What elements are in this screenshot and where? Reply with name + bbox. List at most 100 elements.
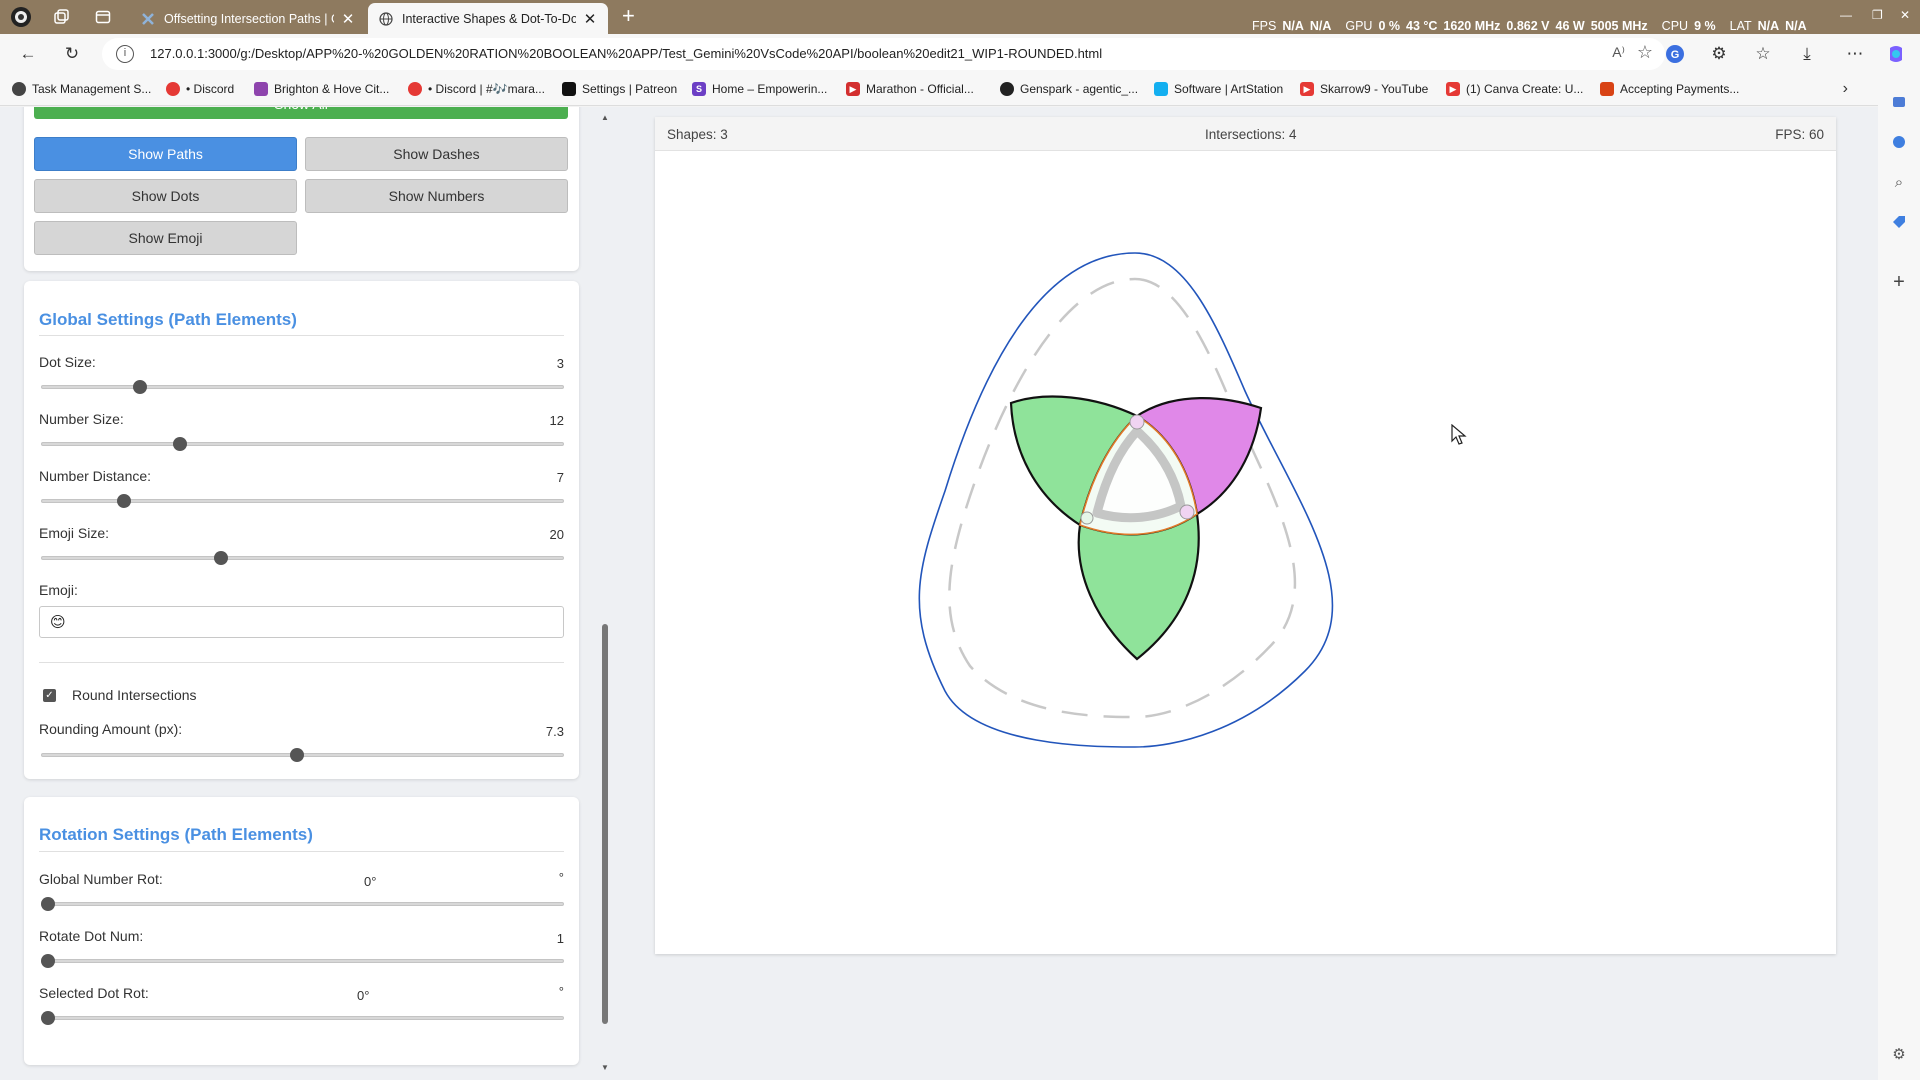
search-icon[interactable]: ⌕ bbox=[1889, 172, 1909, 192]
site-info-icon[interactable]: i bbox=[116, 45, 134, 63]
workspaces-icon[interactable] bbox=[50, 6, 72, 28]
copilot-icon[interactable] bbox=[1884, 42, 1908, 66]
rounding-amount-slider[interactable] bbox=[41, 748, 564, 762]
restore-window-icon[interactable]: ❐ bbox=[1872, 8, 1883, 22]
bookmark-label: Software | ArtStation bbox=[1174, 82, 1284, 96]
rounded-corner-node[interactable] bbox=[1129, 414, 1145, 430]
selected-dot-rot-slider[interactable] bbox=[41, 1011, 564, 1025]
downloads-icon[interactable]: ⤓ bbox=[1795, 42, 1819, 66]
hud-fps-label: FPS bbox=[1252, 19, 1277, 33]
new-tab-button[interactable]: + bbox=[622, 5, 635, 27]
global-number-rot-label: Global Number Rot: bbox=[39, 871, 163, 887]
bookmark-item[interactable]: • Discord | #🎶mara... bbox=[408, 82, 545, 96]
office-icon[interactable] bbox=[1889, 132, 1909, 152]
shapes-svg[interactable] bbox=[655, 151, 1836, 954]
emoji-size-slider[interactable] bbox=[41, 551, 564, 565]
close-tab-icon[interactable]: ✕ bbox=[582, 10, 598, 28]
url-text[interactable]: 127.0.0.1:3000/g:/Desktop/APP%20-%20GOLD… bbox=[150, 46, 1102, 61]
control-panel: Show All Show Paths Show Dashes Show Dot… bbox=[0, 107, 610, 1080]
hud-gpu-clock: 1620 MHz bbox=[1443, 19, 1501, 33]
slider-thumb[interactable] bbox=[41, 1011, 55, 1025]
address-bar[interactable]: i 127.0.0.1:3000/g:/Desktop/APP%20-%20GO… bbox=[102, 38, 1665, 70]
tab-interactive-shapes[interactable]: Interactive Shapes & Dot-To-Dot ✕ bbox=[368, 3, 608, 34]
scroll-up-arrow-icon[interactable]: ▲ bbox=[601, 113, 609, 122]
payments-icon bbox=[1600, 82, 1614, 96]
minimize-window-icon[interactable]: — bbox=[1840, 8, 1852, 22]
bookmark-item[interactable]: ▶ Marathon - Official... bbox=[846, 82, 974, 96]
hud-lat-value2: N/A bbox=[1785, 19, 1807, 33]
back-arrow-icon[interactable]: ← bbox=[16, 42, 40, 66]
shopping-tag-icon[interactable] bbox=[1889, 212, 1909, 232]
slider-thumb[interactable] bbox=[41, 897, 55, 911]
show-paths-button[interactable]: Show Paths bbox=[34, 137, 297, 171]
section-title: Global Settings (Path Elements) bbox=[39, 310, 297, 329]
number-size-slider[interactable] bbox=[41, 437, 564, 451]
bookmark-label: Home – Empowerin... bbox=[712, 82, 828, 96]
mouse-cursor-icon bbox=[1451, 424, 1467, 445]
panel-scrollbar[interactable]: ▲ ▼ bbox=[598, 107, 612, 1080]
discord-icon bbox=[408, 82, 422, 96]
close-tab-icon[interactable]: ✕ bbox=[340, 10, 356, 28]
slider-thumb[interactable] bbox=[290, 748, 305, 762]
slider-thumb[interactable] bbox=[117, 494, 132, 508]
scroll-down-arrow-icon[interactable]: ▼ bbox=[601, 1063, 609, 1072]
rounded-corner-node[interactable] bbox=[1080, 511, 1094, 525]
read-aloud-icon[interactable]: A⁾ bbox=[1612, 44, 1625, 61]
favorites-icon[interactable]: ☆ bbox=[1751, 42, 1775, 66]
bookmark-item[interactable]: Task Management S... bbox=[12, 82, 151, 96]
bookmark-item[interactable]: Accepting Payments... bbox=[1600, 82, 1739, 96]
bookmark-item[interactable]: Genspark - agentic_... bbox=[1000, 82, 1138, 96]
rounded-corner-node[interactable] bbox=[1179, 504, 1195, 520]
show-dots-button[interactable]: Show Dots bbox=[34, 179, 297, 213]
shapes-count: Shapes: 3 bbox=[667, 127, 728, 142]
number-distance-slider[interactable] bbox=[41, 494, 564, 508]
number-size-value: 12 bbox=[549, 413, 564, 428]
bookmark-label: Settings | Patreon bbox=[582, 82, 678, 96]
tab-actions-icon[interactable] bbox=[92, 6, 114, 28]
global-number-rot-slider[interactable] bbox=[41, 897, 564, 911]
drawing-canvas[interactable] bbox=[655, 151, 1836, 954]
bookmark-label: Marathon - Official... bbox=[866, 82, 974, 96]
hud-gpu-power: 46 W bbox=[1555, 19, 1585, 33]
tab-offsetting-intersection-paths[interactable]: Offsetting Intersection Paths | Go ✕ bbox=[130, 3, 366, 34]
slider-thumb[interactable] bbox=[173, 437, 188, 451]
rotate-dot-num-label: Rotate Dot Num: bbox=[39, 928, 144, 944]
browser-sidebar: ⌕ + ⚙ bbox=[1878, 74, 1920, 1080]
rotate-dot-num-slider[interactable] bbox=[41, 954, 564, 968]
teams-icon[interactable] bbox=[1889, 92, 1909, 112]
show-dashes-button[interactable]: Show Dashes bbox=[305, 137, 568, 171]
green-petal-bottom[interactable] bbox=[1077, 512, 1200, 661]
settings-gear-icon[interactable]: ⚙ bbox=[1889, 1044, 1909, 1064]
show-numbers-button[interactable]: Show Numbers bbox=[305, 179, 568, 213]
scrollbar-thumb[interactable] bbox=[602, 624, 608, 1024]
refresh-icon[interactable]: ↻ bbox=[60, 42, 84, 66]
bookmark-item[interactable]: ▶ (1) Canva Create: U... bbox=[1446, 82, 1583, 96]
bookmark-item[interactable]: • Discord bbox=[166, 82, 234, 96]
tab-title: Interactive Shapes & Dot-To-Dot bbox=[402, 11, 576, 26]
bookmark-item[interactable]: Brighton & Hove Cit... bbox=[254, 82, 389, 96]
add-icon[interactable]: + bbox=[1889, 271, 1909, 293]
more-menu-icon[interactable]: ⋯ bbox=[1843, 42, 1867, 66]
tab-favicon-icon bbox=[140, 11, 156, 27]
bookmark-item[interactable]: ▶ Skarrow9 - YouTube bbox=[1300, 82, 1428, 96]
globe-icon bbox=[12, 82, 26, 96]
bookmark-label: Accepting Payments... bbox=[1620, 82, 1740, 96]
bookmark-item[interactable]: Settings | Patreon bbox=[562, 82, 677, 96]
chevron-right-icon[interactable]: › bbox=[1843, 80, 1848, 98]
global-number-rot-value: 0° bbox=[364, 874, 377, 889]
favorite-star-icon[interactable]: ☆ bbox=[1637, 42, 1653, 63]
extensions-puzzle-icon[interactable]: ⚙ bbox=[1707, 42, 1731, 66]
slider-thumb[interactable] bbox=[41, 954, 55, 968]
show-all-button[interactable]: Show All bbox=[34, 107, 568, 119]
round-intersections-checkbox[interactable]: ✓ bbox=[43, 689, 56, 702]
close-window-icon[interactable]: ✕ bbox=[1900, 8, 1910, 22]
slider-thumb[interactable] bbox=[214, 551, 229, 565]
dot-size-slider[interactable] bbox=[41, 380, 564, 394]
slider-thumb[interactable] bbox=[132, 380, 147, 394]
profile-avatar-icon[interactable] bbox=[10, 6, 32, 28]
extension-g-icon[interactable]: G bbox=[1663, 42, 1687, 66]
show-emoji-button[interactable]: Show Emoji bbox=[34, 221, 297, 255]
emoji-input[interactable]: 😊 bbox=[39, 606, 564, 638]
bookmark-item[interactable]: Software | ArtStation bbox=[1154, 82, 1283, 96]
bookmark-item[interactable]: S Home – Empowerin... bbox=[692, 82, 827, 96]
